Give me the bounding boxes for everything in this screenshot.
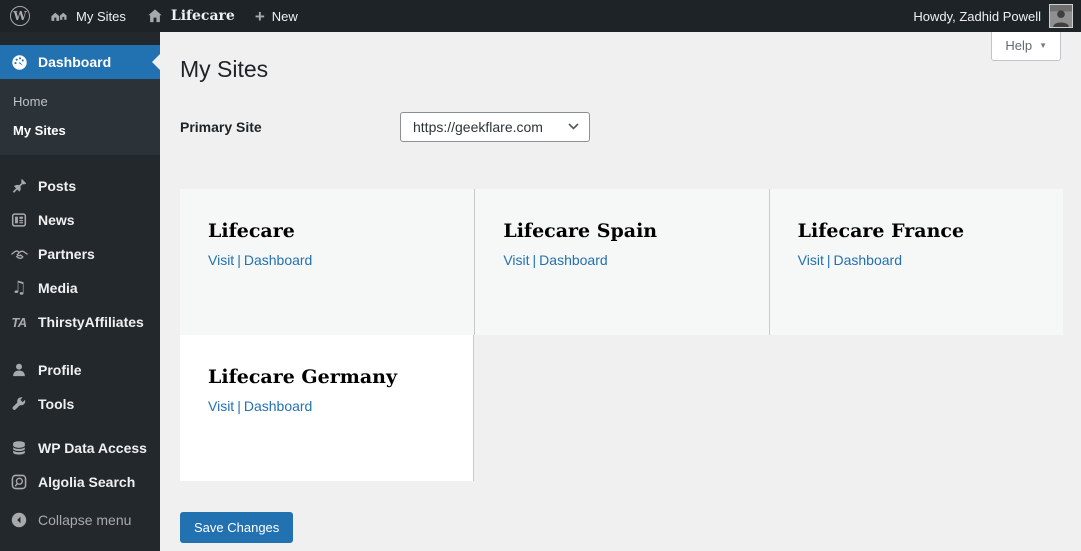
sidebar-item-news[interactable]: News xyxy=(0,203,160,237)
site-name: Lifecare Spain xyxy=(503,219,658,242)
sidebar-item-media[interactable]: ♫ Media xyxy=(0,271,160,305)
help-label: Help xyxy=(1005,38,1033,53)
collapse-menu-label: Collapse menu xyxy=(38,512,132,528)
visit-link[interactable]: Visit xyxy=(208,252,234,268)
wordpress-admin: W My Sites Lifecare + New Howdy, Zadhid … xyxy=(0,0,1081,551)
sidebar-item-partners[interactable]: Partners xyxy=(0,237,160,271)
primary-site-row: Primary Site https://geekflare.com xyxy=(180,111,1063,142)
newspaper-icon xyxy=(9,210,29,230)
dashboard-link[interactable]: Dashboard xyxy=(539,252,608,268)
pushpin-icon xyxy=(9,176,29,196)
sidebar-item-algolia-search[interactable]: Algolia Search xyxy=(0,465,160,499)
music-notes-icon: ♫ xyxy=(11,277,27,298)
sidebar-group-content: Posts News Partners ♫ Media TA ThirstyAf… xyxy=(0,169,160,339)
sidebar-item-wp-data-access[interactable]: WP Data Access xyxy=(0,431,160,465)
admin-bar-my-sites[interactable]: My Sites xyxy=(40,0,136,32)
handshake-icon xyxy=(9,244,29,264)
admin-bar-my-sites-label: My Sites xyxy=(76,8,126,24)
sidebar-item-posts[interactable]: Posts xyxy=(0,169,160,203)
sidebar-item-profile[interactable]: Profile xyxy=(0,353,160,387)
sidebar-item-label: WP Data Access xyxy=(38,440,147,456)
admin-bar: W My Sites Lifecare + New Howdy, Zadhid … xyxy=(0,0,1081,32)
visit-link[interactable]: Visit xyxy=(208,398,234,414)
collapse-menu-button[interactable]: Collapse menu xyxy=(0,503,160,537)
sidebar-group-user: Profile Tools xyxy=(0,353,160,421)
howdy-text: Howdy, Zadhid Powell xyxy=(913,8,1041,24)
site-links: Visit | Dashboard xyxy=(503,252,740,268)
wordpress-logo-icon: W xyxy=(10,6,30,26)
sidebar-item-label: Tools xyxy=(38,396,75,412)
site-card: Lifecare Germany Visit | Dashboard xyxy=(180,334,475,481)
site-card: Lifecare Spain Visit | Dashboard xyxy=(474,188,769,335)
sidebar-item-label: Algolia Search xyxy=(38,474,136,490)
link-separator: | xyxy=(237,251,241,268)
wordpress-logo-menu[interactable]: W xyxy=(0,0,40,32)
empty-grid-cell xyxy=(769,335,1063,481)
site-links: Visit | Dashboard xyxy=(208,252,446,268)
site-card: Lifecare Visit | Dashboard xyxy=(180,188,475,335)
chevron-down-icon xyxy=(568,123,579,131)
site-card: Lifecare France Visit | Dashboard xyxy=(768,188,1063,335)
dashboard-icon xyxy=(9,52,29,72)
plus-icon: + xyxy=(254,6,265,26)
link-separator: | xyxy=(532,251,537,268)
avatar xyxy=(1049,4,1073,28)
sidebar-item-dashboard[interactable]: Dashboard xyxy=(0,45,160,79)
sidebar-item-label: Profile xyxy=(38,362,82,378)
dashboard-submenu: Home My Sites xyxy=(0,79,160,155)
link-separator: | xyxy=(826,251,831,268)
network-sites-icon xyxy=(50,7,69,26)
dashboard-link[interactable]: Dashboard xyxy=(834,252,903,268)
admin-bar-new[interactable]: + New xyxy=(245,0,308,32)
database-icon xyxy=(9,438,29,458)
primary-site-label: Primary Site xyxy=(180,118,262,135)
thirstyaffiliates-ta-icon: TA xyxy=(11,314,27,330)
admin-bar-site-name-label: Lifecare xyxy=(170,8,235,24)
site-name: Lifecare France xyxy=(797,219,965,242)
sidebar-item-label: Dashboard xyxy=(38,54,112,70)
site-name: Lifecare xyxy=(208,219,295,242)
wordpress-logo-letter: W xyxy=(13,9,27,23)
save-changes-button[interactable]: Save Changes xyxy=(180,511,294,543)
main-row: Dashboard Home My Sites Posts News Partn… xyxy=(0,32,1081,551)
dashboard-link[interactable]: Dashboard xyxy=(244,398,313,414)
primary-site-select[interactable]: https://geekflare.com xyxy=(400,111,590,142)
sidebar-item-label: Media xyxy=(38,280,78,296)
sidebar-item-label: Partners xyxy=(38,246,95,262)
site-name: Lifecare Germany xyxy=(208,365,398,388)
sidebar-subitem-home[interactable]: Home xyxy=(0,87,160,116)
sidebar-item-label: Posts xyxy=(38,178,77,194)
sidebar-item-tools[interactable]: Tools xyxy=(0,387,160,421)
admin-bar-site-name[interactable]: Lifecare xyxy=(136,0,245,32)
dashboard-link[interactable]: Dashboard xyxy=(244,252,313,268)
person-icon xyxy=(9,360,29,380)
sidebar-subitem-my-sites[interactable]: My Sites xyxy=(0,116,160,145)
home-icon xyxy=(146,7,164,25)
sidebar-group-plugins: WP Data Access Algolia Search xyxy=(0,431,160,499)
sidebar-item-label: ThirstyAffiliates xyxy=(38,314,144,330)
algolia-search-icon xyxy=(9,472,29,492)
visit-link[interactable]: Visit xyxy=(503,252,529,268)
sidebar-item-thirstyaffiliates[interactable]: TA ThirstyAffiliates xyxy=(0,305,160,339)
empty-grid-cell xyxy=(474,335,768,481)
help-button[interactable]: Help ▼ xyxy=(991,32,1061,61)
page-title: My Sites xyxy=(180,56,269,82)
primary-site-selected-value: https://geekflare.com xyxy=(413,118,543,135)
content-area: Help ▼ My Sites Primary Site https://gee… xyxy=(160,32,1081,551)
link-separator: | xyxy=(237,397,241,414)
visit-link[interactable]: Visit xyxy=(798,252,824,268)
admin-bar-account-menu[interactable]: Howdy, Zadhid Powell xyxy=(905,0,1081,32)
sites-grid: Lifecare Visit | Dashboard Lifecare Spain … xyxy=(180,188,1063,481)
collapse-arrow-icon xyxy=(9,510,29,530)
admin-bar-new-label: New xyxy=(271,8,298,24)
wrench-icon xyxy=(9,394,29,414)
caret-down-icon: ▼ xyxy=(1039,41,1047,50)
sidebar-menu: Dashboard Home My Sites Posts News Partn… xyxy=(0,32,160,551)
site-links: Visit | Dashboard xyxy=(208,398,445,414)
sidebar-item-label: News xyxy=(38,212,75,228)
site-links: Visit | Dashboard xyxy=(798,252,1035,268)
